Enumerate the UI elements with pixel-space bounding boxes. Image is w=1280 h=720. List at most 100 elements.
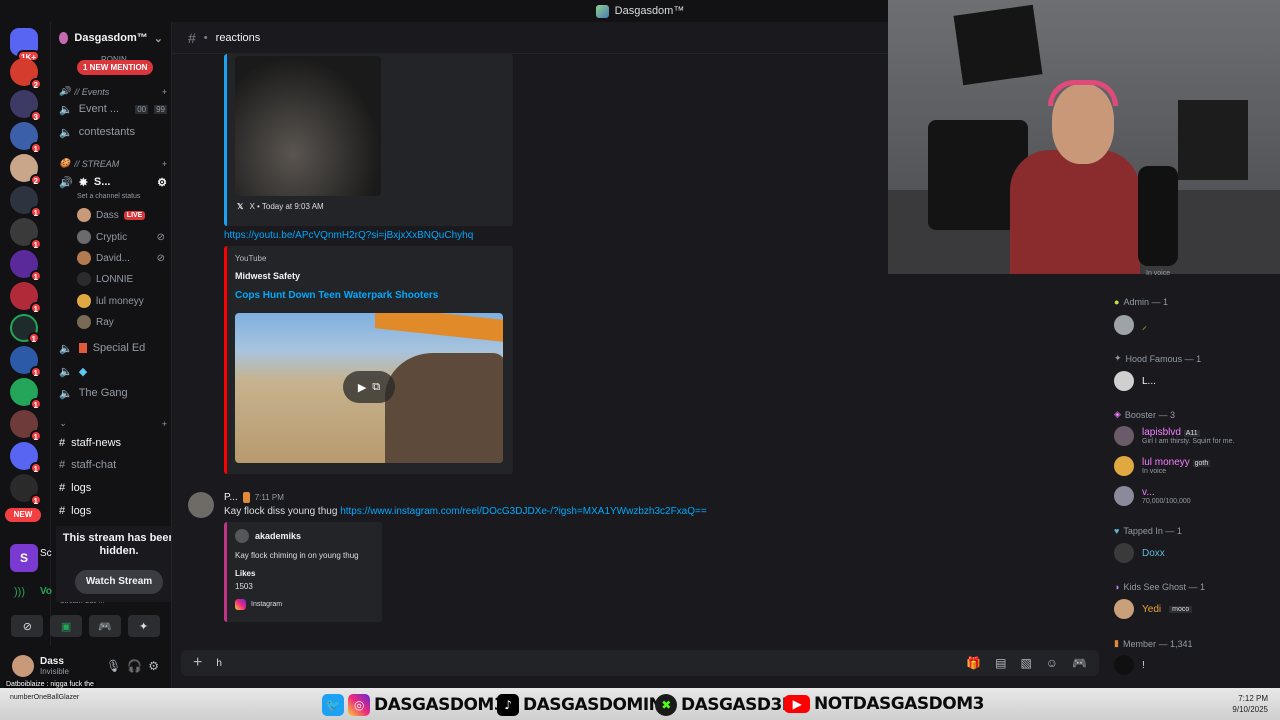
- channel-status-hint[interactable]: Set a channel status: [77, 187, 167, 205]
- server-icon[interactable]: 1: [10, 282, 42, 314]
- watch-stream-button[interactable]: Watch Stream: [75, 570, 163, 594]
- avatar[interactable]: [188, 492, 214, 518]
- category-stream[interactable]: 🍪 // STREAM +: [59, 158, 167, 169]
- avatar: [1114, 655, 1134, 675]
- gif-icon[interactable]: ▤: [995, 656, 1006, 670]
- embed-description: Kay flock chiming in on young thug: [235, 551, 359, 560]
- voice-user[interactable]: Ray: [77, 313, 165, 331]
- member-item[interactable]: lapisblvd A11 Girl I am thirsty. Squirt f…: [1114, 426, 1274, 446]
- channel-special-ed[interactable]: 🔈 Special Ed: [59, 339, 167, 357]
- server-icon[interactable]: 2: [10, 154, 42, 186]
- embed-author[interactable]: Midwest Safety: [235, 271, 300, 281]
- soundboard-icon[interactable]: ✦: [127, 615, 160, 637]
- sticker-icon[interactable]: ▧: [1020, 656, 1031, 670]
- plus-icon[interactable]: +: [162, 419, 167, 429]
- new-mention-pill[interactable]: 1 NEW MENTION: [77, 60, 154, 75]
- user-name: lul moneyy: [96, 295, 144, 307]
- new-pill[interactable]: NEW: [5, 508, 41, 522]
- embed-image[interactable]: [235, 56, 381, 196]
- clock-date: 9/10/2025: [1232, 705, 1268, 714]
- plus-icon[interactable]: +: [193, 654, 202, 672]
- social-handle: ✖ DASGASD3M: [655, 694, 799, 716]
- instagram-link[interactable]: https://www.instagram.com/reel/DOcG3DJDX…: [340, 506, 707, 517]
- channel-the-gang[interactable]: 🔈 The Gang: [59, 384, 167, 402]
- server-icon[interactable]: 1: [10, 410, 42, 442]
- message-author[interactable]: P...: [224, 492, 238, 503]
- composer-input[interactable]: h: [216, 658, 222, 669]
- play-button[interactable]: ▶ ⧉: [343, 371, 395, 403]
- category-events[interactable]: 🔊 // Events +: [59, 86, 167, 97]
- role-title: Tapped In — 1: [1123, 526, 1182, 536]
- server-icon[interactable]: 1: [10, 218, 42, 250]
- microphone-shape: [1138, 166, 1178, 266]
- channel-logs[interactable]: # logs: [59, 502, 167, 520]
- avatar[interactable]: [12, 655, 34, 677]
- message-composer[interactable]: + h 🎁 ▤ ▧ ☺ 🎮: [181, 650, 1099, 676]
- category-text[interactable]: ⌄ +: [59, 418, 167, 429]
- member-item[interactable]: L...: [1114, 371, 1274, 391]
- server-icon[interactable]: 2: [10, 58, 42, 90]
- member-list: In voice ● Admin — 1 ⸝ ✦ Hood Famous — 1 L…: [1100, 270, 1280, 688]
- notification-badge: 1: [27, 332, 40, 344]
- voice-user[interactable]: Cryptic ⊘: [77, 228, 165, 246]
- voice-user[interactable]: LONNIE: [77, 270, 165, 288]
- speaker-icon: 🔈: [59, 365, 73, 378]
- server-icon[interactable]: 3: [10, 90, 42, 122]
- hashtag-icon: #: [59, 459, 66, 471]
- server-icon[interactable]: 1: [10, 250, 42, 282]
- embed-footer-text: X • Today at 9:03 AM: [249, 202, 324, 211]
- role-icon: [242, 492, 250, 503]
- avatar: [1114, 599, 1134, 619]
- voice-user[interactable]: Dass LIVE: [77, 206, 165, 224]
- server-icon[interactable]: 1: [10, 346, 42, 378]
- guild-name: Dasgasdom™: [74, 32, 148, 44]
- gear-icon[interactable]: ⚙: [148, 659, 159, 673]
- member-item[interactable]: Doxx: [1114, 543, 1274, 563]
- plus-icon[interactable]: +: [162, 159, 167, 169]
- member-item[interactable]: ⸝: [1114, 315, 1274, 335]
- activity-icon[interactable]: 🎮: [88, 615, 121, 637]
- server-icon[interactable]: 1: [10, 474, 42, 506]
- embed-provider: Instagram: [251, 601, 283, 608]
- hashtag-icon: #: [59, 505, 66, 517]
- embed-title[interactable]: Cops Hunt Down Teen Waterpark Shooters: [235, 290, 438, 301]
- server-icon[interactable]: 1: [10, 186, 42, 218]
- embed-author[interactable]: akademiks: [255, 531, 301, 541]
- stream-hidden-panel: This stream has been hidden. Watch Strea…: [56, 526, 182, 602]
- gift-icon[interactable]: 🎁: [966, 656, 981, 670]
- camera-off-icon[interactable]: ⊘: [11, 615, 44, 637]
- hashtag-icon: #: [59, 482, 66, 494]
- channel-contestants[interactable]: 🔈 contestants: [59, 123, 167, 141]
- channel-diamond[interactable]: 🔈 ◆: [59, 362, 167, 380]
- server-icon[interactable]: 1: [10, 442, 42, 474]
- member-item[interactable]: Yedi moco: [1114, 599, 1274, 619]
- activity-icon[interactable]: S: [10, 544, 38, 572]
- game-icon[interactable]: 🎮: [1072, 656, 1087, 670]
- server-icon[interactable]: 1: [10, 122, 42, 154]
- youtube-link[interactable]: https://youtu.be/APcVQnmH2rQ?si=jBxjxXxB…: [224, 230, 473, 241]
- member-item[interactable]: lul moneyy goth In voice: [1114, 456, 1274, 476]
- voice-user[interactable]: David... ⊘: [77, 249, 165, 267]
- channel-logs[interactable]: # logs: [59, 479, 167, 497]
- member-item[interactable]: !: [1114, 655, 1274, 675]
- server-icon[interactable]: 1: [10, 378, 42, 410]
- emoji-icon[interactable]: ☺: [1046, 656, 1058, 670]
- direct-messages-icon[interactable]: 1K+: [10, 28, 40, 62]
- channel-event[interactable]: 🔈 Event ... 00 99: [59, 100, 167, 118]
- member-item[interactable]: v... 70,000/100,000: [1114, 486, 1274, 506]
- youtube-icon: ▶: [784, 695, 810, 713]
- video-thumbnail[interactable]: ▶ ⧉: [235, 313, 503, 463]
- chevron-down-icon[interactable]: ⌄: [154, 32, 163, 45]
- screen-share-icon[interactable]: ▣: [50, 615, 83, 637]
- voice-user[interactable]: lul moneyy: [77, 292, 165, 310]
- server-icon[interactable]: 1: [10, 314, 40, 344]
- channel-staff-chat[interactable]: # staff-chat: [59, 456, 167, 474]
- headphones-icon[interactable]: 🎧: [127, 659, 142, 673]
- server-icon: [595, 4, 609, 18]
- plus-icon[interactable]: +: [162, 87, 167, 97]
- member-name-row: lul moneyy goth: [1142, 457, 1211, 468]
- user-name: Ray: [96, 316, 114, 328]
- channel-staff-news[interactable]: # staff-news: [59, 434, 167, 452]
- microphone-icon[interactable]: 🎙: [106, 659, 121, 673]
- signal-icon[interactable]: ))): [14, 586, 25, 598]
